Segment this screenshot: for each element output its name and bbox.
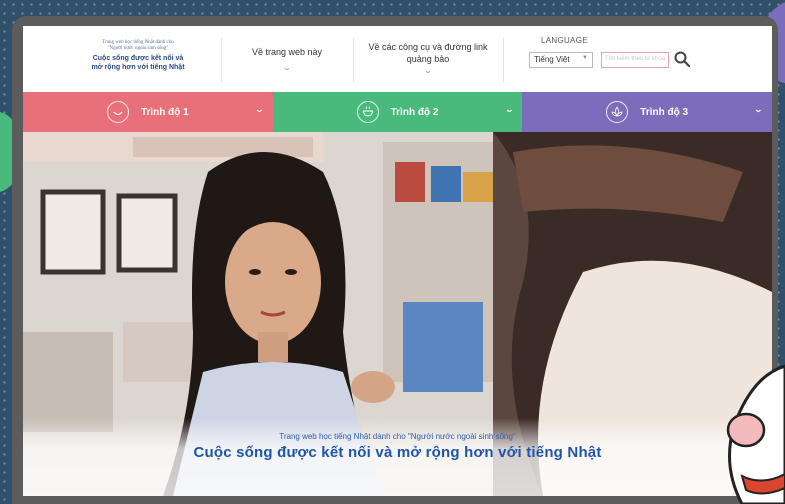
chevron-down-icon: ▼ — [582, 55, 588, 61]
nav-divider — [221, 38, 222, 82]
language-select[interactable]: Tiếng Việt ▼ — [529, 52, 593, 68]
logo-title: Cuộc sống được kết nối và mở rộng hơn vớ… — [91, 55, 185, 71]
website-screen: Trang web học tiếng Nhật dành cho "Người… — [23, 26, 772, 496]
chevron-down-icon: ⌄ — [423, 66, 433, 75]
smile-icon — [106, 101, 129, 123]
tab-level-1-label: Trình độ 1 — [140, 106, 189, 118]
site-logo[interactable]: Trang web học tiếng Nhật dành cho "Người… — [68, 40, 208, 72]
bowl-icon — [356, 101, 379, 123]
search-icon[interactable] — [673, 50, 691, 68]
tab-level-3[interactable]: Trình độ 3 ⌄ — [522, 92, 772, 132]
hero-title: Cuộc sống được kết nối và mở rộng hơn vớ… — [193, 444, 602, 461]
nav-tools-link[interactable]: Về các công cụ và đường link quảng bảo ⌄ — [359, 41, 497, 77]
nav-tools-label-line1: Về các công cụ và đường link — [368, 42, 488, 52]
nav-about-label: Về trang web này — [251, 47, 323, 57]
nav-divider — [503, 38, 504, 82]
tab-level-3-label: Trình độ 3 — [640, 106, 689, 118]
hero-subtitle: Trang web học tiếng Nhật dành cho "Người… — [279, 432, 516, 441]
language-selected-value: Tiếng Việt — [534, 55, 570, 64]
tab-level-1[interactable]: Trình độ 1 ⌄ — [23, 92, 273, 132]
search-input[interactable]: Tìm kiếm theo từ khóa — [601, 52, 669, 68]
level-tabs: Trình độ 1 ⌄ Trình độ 2 ⌄ Trình độ 3 ⌄ — [23, 92, 772, 132]
hero-caption: Trang web học tiếng Nhật dành cho "Người… — [23, 418, 772, 496]
tab-level-2[interactable]: Trình độ 2 ⌄ — [272, 92, 523, 132]
logo-tagline: Trang web học tiếng Nhật dành cho "Người… — [102, 40, 174, 51]
language-label: LANGUAGE — [541, 36, 588, 45]
chevron-down-icon: ⌄ — [753, 105, 764, 114]
nav-about-link[interactable]: Về trang web này ⌄ — [225, 46, 349, 74]
mascot-character-decoration — [726, 364, 785, 504]
nav-tools-label-line2: quảng bảo — [406, 54, 450, 64]
site-header: Trang web học tiếng Nhật dành cho "Người… — [23, 26, 772, 92]
chevron-down-icon: ⌄ — [254, 105, 265, 114]
search-placeholder: Tìm kiếm theo từ khóa — [605, 56, 666, 62]
chevron-down-icon: ⌄ — [504, 105, 514, 114]
lotus-icon — [606, 101, 629, 123]
tab-level-2-label: Trình độ 2 — [390, 106, 439, 118]
